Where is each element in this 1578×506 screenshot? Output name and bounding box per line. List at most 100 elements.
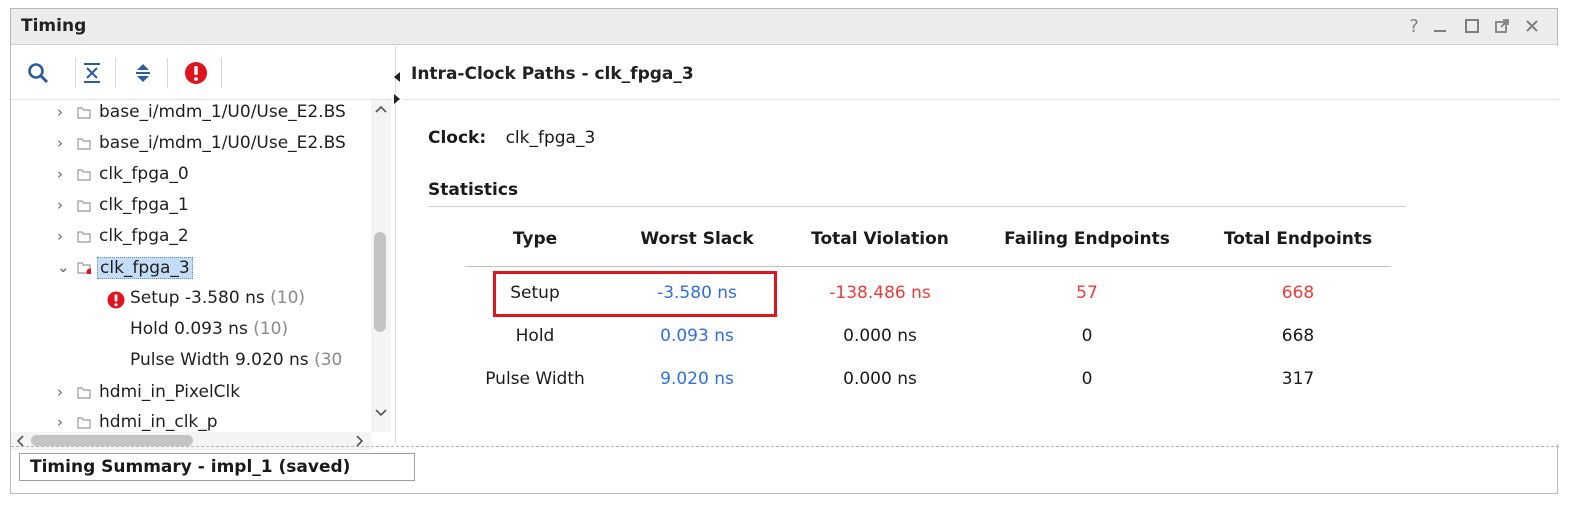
timing-summary-tab[interactable]: Timing Summary - impl_1 (saved) — [19, 453, 415, 481]
clock-value: clk_fpga_3 — [505, 128, 596, 148]
statistics-title: Statistics — [428, 180, 519, 200]
close-icon[interactable] — [1521, 15, 1543, 37]
column-header-type: Type — [512, 229, 558, 249]
chevron-right-icon[interactable]: › — [57, 103, 71, 123]
scroll-thumb[interactable] — [374, 232, 386, 332]
tree-item-setup[interactable]: Setup -3.580 ns (10) — [11, 286, 371, 314]
tree-item[interactable]: › base_i/mdm_1/U0/Use_E2.BS — [11, 131, 371, 159]
clock-info: Clock: clk_fpga_3 — [428, 128, 595, 148]
folder-icon — [77, 138, 91, 150]
divider — [428, 206, 1406, 207]
folder-icon — [77, 169, 91, 181]
chevron-right-icon[interactable]: › — [57, 227, 71, 247]
divider — [465, 266, 1391, 267]
tree-item-label: clk_fpga_0 — [99, 164, 189, 184]
scroll-down-icon[interactable] — [375, 408, 387, 418]
tree-item-label: hdmi_in_clk_p — [99, 412, 218, 432]
tree-item-label: Pulse Width 9.020 ns (30 — [130, 350, 343, 370]
chevron-right-icon[interactable]: › — [57, 165, 71, 185]
tree-item-selected[interactable]: ⌄ clk_fpga_3 — [11, 255, 371, 283]
cell-total-endpoints: 668 — [1281, 326, 1315, 346]
folder-icon — [77, 387, 91, 399]
cell-total-endpoints: 668 — [1281, 283, 1315, 303]
toolbar-separator — [75, 58, 76, 88]
tree-item-label: base_i/mdm_1/U0/Use_E2.BS — [99, 102, 346, 122]
timing-tree: › base_i/mdm_1/U0/Use_E2.BS › base_i/mdm… — [11, 100, 371, 432]
tree-item-label: Setup -3.580 ns (10) — [130, 288, 306, 308]
tab-label: Timing Summary - impl_1 (saved) — [30, 457, 351, 477]
folder-error-icon — [77, 262, 91, 274]
clock-label: Clock: — [428, 128, 487, 148]
tree-item[interactable]: › clk_fpga_2 — [11, 224, 371, 252]
column-header-failing-endpoints: Failing Endpoints — [1004, 229, 1170, 249]
highlight-annotation-box — [493, 271, 777, 317]
chevron-right-icon[interactable]: › — [57, 196, 71, 216]
cell-type: Pulse Width — [485, 369, 585, 389]
window-title: Timing — [21, 16, 87, 36]
cell-type: Hold — [515, 326, 555, 346]
cell-failing-endpoints: 0 — [1081, 326, 1093, 346]
column-header-total-endpoints: Total Endpoints — [1223, 229, 1373, 249]
maximize-icon[interactable] — [1461, 15, 1483, 37]
details-title: Intra-Clock Paths - clk_fpga_3 — [411, 64, 694, 84]
help-icon[interactable]: ? — [1403, 15, 1425, 37]
cell-failing-endpoints: 57 — [1076, 283, 1098, 303]
tree-item-label: Hold 0.093 ns (10) — [130, 319, 289, 339]
folder-icon — [77, 417, 91, 429]
tree-item-label: clk_fpga_2 — [99, 226, 189, 246]
details-pane: Intra-Clock Paths - clk_fpga_3 Clock: cl… — [403, 46, 1559, 444]
folder-icon — [77, 231, 91, 243]
folder-icon — [77, 200, 91, 212]
float-icon[interactable] — [1491, 15, 1513, 37]
toolbar-separator — [115, 58, 116, 88]
scroll-up-icon[interactable] — [375, 104, 387, 114]
tree-item[interactable]: › base_i/mdm_1/U0/Use_E2.BS — [11, 100, 371, 128]
tree-item-pulse-width[interactable]: Pulse Width 9.020 ns (30 — [11, 348, 371, 376]
timing-tree-pane: › base_i/mdm_1/U0/Use_E2.BS › base_i/mdm… — [11, 46, 393, 450]
column-header-worst-slack: Worst Slack — [640, 229, 754, 249]
tree-toolbar — [11, 46, 393, 100]
details-header: Intra-Clock Paths - clk_fpga_3 — [403, 46, 1559, 100]
tree-item[interactable]: › hdmi_in_PixelClk — [11, 380, 371, 408]
tree-item-label: clk_fpga_3 — [97, 257, 193, 279]
toolbar-separator — [221, 58, 222, 88]
cell-total-violation: 0.000 ns — [843, 326, 917, 346]
scroll-thumb[interactable] — [31, 435, 193, 446]
path-count: (30 — [314, 350, 343, 370]
worst-slack-link[interactable]: 9.020 ns — [617, 369, 777, 389]
tree-vertical-scrollbar[interactable] — [371, 100, 391, 432]
chevron-right-icon[interactable]: › — [57, 134, 71, 154]
path-count: (10) — [270, 288, 306, 308]
cell-total-endpoints: 317 — [1281, 369, 1315, 389]
chevron-right-icon[interactable]: › — [57, 413, 71, 432]
collapse-all-icon[interactable] — [79, 60, 105, 86]
worst-slack-link[interactable]: 0.093 ns — [617, 326, 777, 346]
path-count: (10) — [253, 319, 289, 339]
tree-item[interactable]: › clk_fpga_0 — [11, 162, 371, 190]
toolbar-separator — [167, 58, 168, 88]
pane-splitter[interactable] — [393, 46, 403, 444]
tree-item-hold[interactable]: Hold 0.093 ns (10) — [11, 317, 371, 345]
expand-right-icon[interactable] — [393, 94, 401, 104]
title-bar: Timing ? — [11, 9, 1557, 45]
tree-item[interactable]: › clk_fpga_1 — [11, 193, 371, 221]
tree-horizontal-scrollbar[interactable] — [11, 432, 371, 450]
error-icon — [107, 291, 125, 309]
chevron-right-icon[interactable]: › — [57, 383, 71, 403]
search-icon[interactable] — [25, 60, 51, 86]
collapse-left-icon[interactable] — [393, 72, 401, 82]
chevron-down-icon[interactable]: ⌄ — [57, 258, 71, 278]
tree-item[interactable]: › hdmi_in_clk_p — [11, 410, 371, 432]
minimize-icon[interactable] — [1429, 15, 1451, 37]
cell-failing-endpoints: 0 — [1081, 369, 1093, 389]
tree-item-label: hdmi_in_PixelClk — [99, 382, 241, 402]
tree-item-label: base_i/mdm_1/U0/Use_E2.BS — [99, 133, 346, 153]
expand-all-icon[interactable] — [130, 60, 156, 86]
folder-icon — [77, 107, 91, 119]
column-header-total-violation: Total Violation — [811, 229, 949, 249]
cell-total-violation: -138.486 ns — [829, 283, 931, 303]
cell-total-violation: 0.000 ns — [843, 369, 917, 389]
error-icon[interactable] — [183, 60, 209, 86]
divider — [11, 446, 1559, 447]
timing-window: Timing ? › base_i/mdm_1/U0/Use_E2.BS › b… — [10, 8, 1559, 494]
